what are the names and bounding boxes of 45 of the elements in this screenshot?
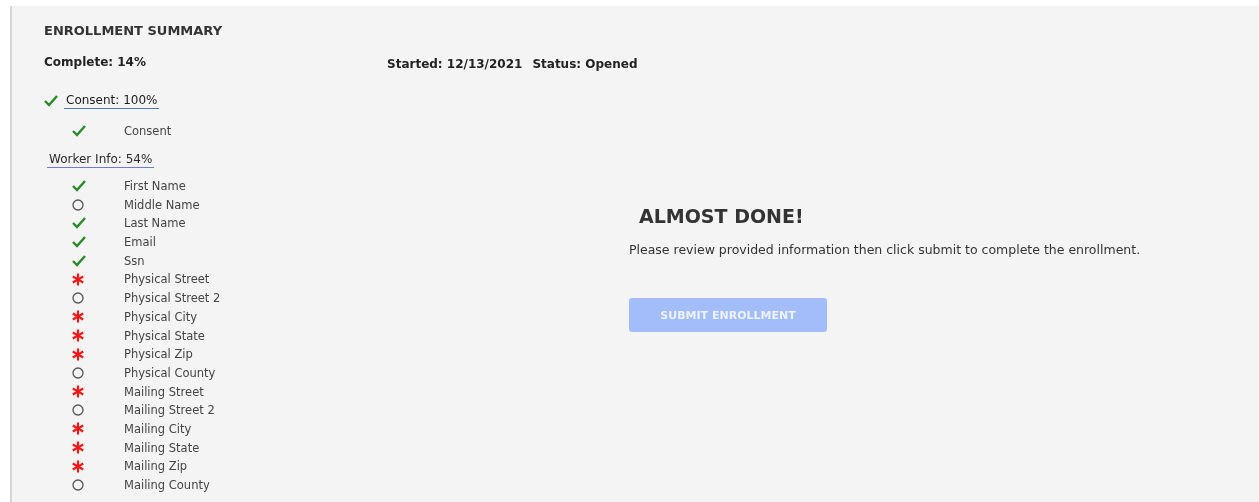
asterisk-icon xyxy=(72,459,84,473)
field-label: Physical State xyxy=(124,328,205,343)
field-label: Physical City xyxy=(124,309,197,324)
section-link[interactable]: Consent: 100% xyxy=(64,93,160,109)
check-icon xyxy=(72,125,86,138)
field-label: Physical Zip xyxy=(124,347,193,362)
field-label: Mailing Zip xyxy=(124,459,188,474)
asterisk-icon xyxy=(72,272,84,286)
summary-title: ENROLLMENT SUMMARY xyxy=(44,23,224,38)
check-icon xyxy=(72,180,86,193)
asterisk-icon xyxy=(72,310,84,324)
circle-icon xyxy=(72,366,84,379)
field-label: First Name xyxy=(124,179,186,194)
field-label: Physical Street xyxy=(124,272,210,287)
asterisk-icon xyxy=(72,329,84,343)
almost-done-heading: ALMOST DONE! xyxy=(639,205,805,227)
circle-icon xyxy=(72,198,84,211)
check-icon xyxy=(72,254,86,267)
circle-icon xyxy=(72,479,84,492)
field-label: Mailing State xyxy=(124,440,200,455)
circle-icon xyxy=(72,404,84,417)
check-icon xyxy=(72,217,86,230)
asterisk-icon xyxy=(72,347,84,361)
field-label: Ssn xyxy=(124,253,145,268)
circle-icon xyxy=(72,292,84,305)
asterisk-icon xyxy=(72,385,84,399)
check-icon xyxy=(72,236,86,249)
field-label: Physical County xyxy=(124,365,216,380)
section-link[interactable]: Worker Info: 54% xyxy=(47,151,155,168)
check-icon xyxy=(44,95,58,107)
field-label: Mailing Street xyxy=(124,384,204,399)
field-label: Mailing Street 2 xyxy=(124,403,215,418)
field-label: Middle Name xyxy=(124,197,200,212)
asterisk-icon xyxy=(72,422,84,436)
field-label: Mailing County xyxy=(124,478,210,493)
instruction-text: Please review provided information then click submit to complete the enrollment. xyxy=(629,242,1142,257)
status-text: Status: Opened xyxy=(532,57,638,71)
field-label: Consent xyxy=(124,124,172,139)
started-date: Started: 12/13/2021 xyxy=(387,57,523,71)
field-label: Email xyxy=(124,235,156,250)
field-label: Mailing City xyxy=(124,421,192,436)
complete-percentage: Complete: 14% xyxy=(44,55,147,69)
field-label: Physical Street 2 xyxy=(124,291,221,306)
field-label: Last Name xyxy=(124,216,186,231)
asterisk-icon xyxy=(72,441,84,455)
